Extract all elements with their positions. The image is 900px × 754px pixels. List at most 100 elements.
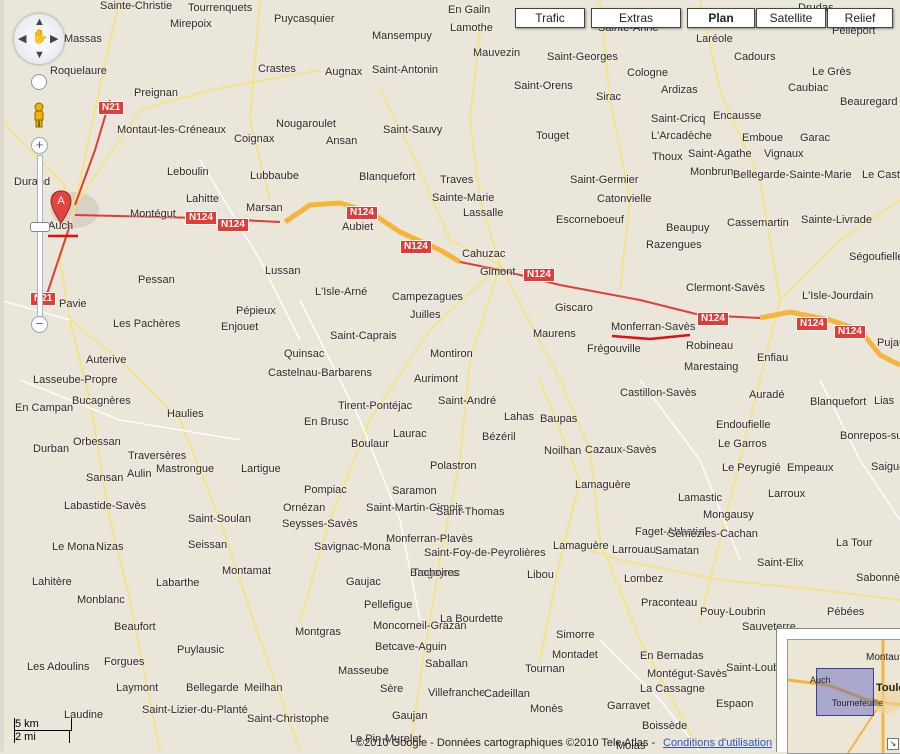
pan-down-icon[interactable]: ▼ xyxy=(34,50,45,61)
place-label: Montgras xyxy=(295,626,341,638)
place-label: Meilhan xyxy=(244,682,283,694)
zoom-in-button[interactable]: + xyxy=(31,137,48,154)
road-shield: N124 xyxy=(697,312,729,326)
place-label: Labastide-Savès xyxy=(64,500,146,512)
place-label: Le Grès xyxy=(812,66,852,78)
place-label: Catonvielle xyxy=(597,193,652,205)
location-marker-icon[interactable]: A xyxy=(50,190,72,224)
pan-right-icon[interactable]: ▶ xyxy=(50,34,58,45)
place-label: Crastes xyxy=(258,63,296,75)
place-label: Sainte-Christie xyxy=(100,0,173,12)
place-label: Boulaur xyxy=(351,438,389,450)
place-label: Monès xyxy=(530,703,564,715)
map-type-relief-button[interactable]: Relief xyxy=(827,8,893,28)
place-label: Saramon xyxy=(392,485,437,497)
place-label: Le Garros xyxy=(718,438,767,450)
place-label: Garac xyxy=(800,132,830,144)
place-label: Blanquefort xyxy=(810,396,867,408)
map-type-satellite-button[interactable]: Satellite xyxy=(756,8,826,28)
zoom-out-button[interactable]: − xyxy=(31,316,48,333)
place-label: Tachoires xyxy=(412,567,460,579)
place-label: Lussan xyxy=(265,265,301,277)
overview-collapse-icon[interactable]: ↘ xyxy=(887,738,899,750)
place-label: Labarthe xyxy=(156,577,200,589)
pegman-icon[interactable] xyxy=(30,102,48,128)
place-label: Sainte-Livrade xyxy=(801,214,872,226)
place-label: Monferran-Plavès xyxy=(386,533,473,545)
place-label: Tourrenquets xyxy=(188,2,253,14)
place-label: Le Peyrugié xyxy=(722,462,781,474)
place-label: Lartigue xyxy=(241,463,281,475)
place-label: Boissède xyxy=(642,720,688,732)
place-label: Pébées xyxy=(827,606,865,618)
place-label: Puycasquier xyxy=(274,13,335,25)
pan-left-icon[interactable]: ◀ xyxy=(18,34,26,45)
place-label: La Cassagne xyxy=(640,683,705,695)
place-label: Orbessan xyxy=(73,436,121,448)
place-label: Mastrongue xyxy=(156,463,215,475)
place-label: Montaut-les-Créneaux xyxy=(117,124,226,136)
place-label: Haulies xyxy=(167,408,204,420)
place-label: L'Isle-Jourdain xyxy=(802,290,874,302)
pan-up-icon[interactable]: ▲ xyxy=(34,17,45,28)
place-label: Seysses-Savès xyxy=(282,518,358,530)
pan-control[interactable]: ▲ ▼ ◀ ▶ ✋ xyxy=(14,14,64,64)
map-type-extras-button[interactable]: Extras xyxy=(591,8,681,28)
place-label: Marestaing xyxy=(684,361,739,373)
place-label: Cazaux-Savès xyxy=(585,444,657,456)
map-type-plan-button[interactable]: Plan xyxy=(687,8,755,28)
place-label: Maurens xyxy=(533,328,576,340)
place-label: Saint-Soulan xyxy=(188,513,251,525)
place-label: En Brusc xyxy=(304,416,349,428)
place-label: Pessan xyxy=(138,274,175,286)
place-label: Saint-Elix xyxy=(757,557,804,569)
place-label: Mirepoix xyxy=(170,18,212,30)
place-label: Saint-Thomas xyxy=(436,506,505,518)
place-label: Sabonnères xyxy=(856,572,900,584)
place-label: Vignaux xyxy=(764,148,804,160)
place-label: Beauregard xyxy=(840,96,898,108)
place-label: Les Adoulins xyxy=(27,661,90,673)
zoom-slider-thumb[interactable] xyxy=(30,222,50,232)
place-label: Tournan xyxy=(525,663,565,675)
place-label: Lubbaube xyxy=(250,170,299,182)
place-label: Gaujac xyxy=(346,576,381,588)
map-canvas[interactable]: Sainte-Christie Tourrenquets Puycasquier En… xyxy=(0,0,900,751)
road-shield: N124 xyxy=(400,240,432,254)
place-label: Villefranche xyxy=(428,687,486,699)
place-label: Bellegarde xyxy=(186,682,239,694)
place-label: Sère xyxy=(380,683,404,695)
place-label: Massas xyxy=(64,33,102,45)
place-label: Saint-Agathe xyxy=(688,148,752,160)
terms-link[interactable]: Conditions d'utilisation xyxy=(663,737,772,749)
road-shield: N124 xyxy=(217,218,249,232)
place-label: Saint-André xyxy=(438,395,497,407)
place-label: Castelnau-Barbarens xyxy=(268,367,372,379)
place-label: Emboue xyxy=(742,132,783,144)
place-label: Saint-Sauvy xyxy=(383,124,443,136)
place-label: Bonrepos-sur-Aussonnelle xyxy=(840,430,900,442)
road-shield: N124 xyxy=(523,268,555,282)
place-label: Auradé xyxy=(749,389,785,401)
compass-icon[interactable] xyxy=(31,74,47,90)
place-label: Samatan xyxy=(655,545,700,557)
place-label: Les Pachères xyxy=(113,318,181,330)
overview-map-canvas[interactable]: Auch Toulouse Tournefeuille Montau xyxy=(787,639,900,754)
place-label: Garravet xyxy=(607,700,650,712)
hand-icon: ✋ xyxy=(31,28,49,44)
place-label: Durand xyxy=(14,176,51,188)
map-type-traffic-button[interactable]: Trafic xyxy=(515,8,585,28)
place-label: Saint-Orens xyxy=(514,80,573,92)
place-label: Le Mona xyxy=(52,541,95,553)
place-label: Lombez xyxy=(624,573,664,585)
place-label: Praconteau xyxy=(641,597,698,609)
place-label: Monblanc xyxy=(77,594,125,606)
overview-map[interactable]: Auch Toulouse Tournefeuille Montau ↘ xyxy=(776,628,900,754)
place-label: Frégouville xyxy=(587,343,641,355)
overview-label-toulouse: Toulouse xyxy=(876,682,900,694)
zoom-slider-track[interactable] xyxy=(37,155,43,319)
place-label: Pavie xyxy=(59,298,87,310)
place-label: Gaujan xyxy=(392,710,428,722)
place-label: Augnax xyxy=(325,66,363,78)
place-label: Nougaroulet xyxy=(276,118,336,130)
